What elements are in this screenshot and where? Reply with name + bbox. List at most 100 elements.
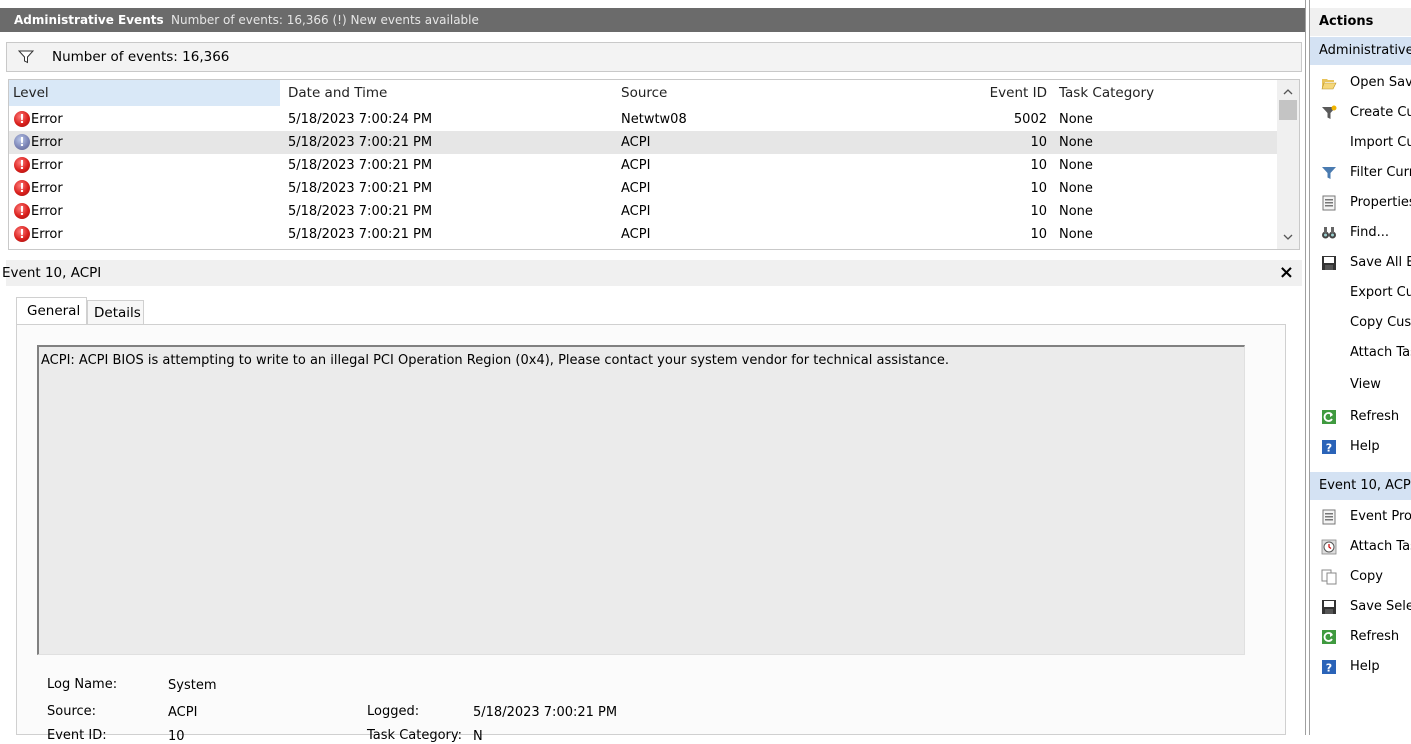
log-name-value: System <box>168 678 217 693</box>
help-icon: ? <box>1322 440 1336 455</box>
action-filter-current[interactable]: Filter Curr <box>1310 158 1411 188</box>
row-task-category: None <box>1059 204 1093 219</box>
task-category-value: N <box>473 729 483 744</box>
scroll-down-icon[interactable] <box>1283 234 1293 241</box>
event-message-box[interactable]: ACPI: ACPI BIOS is attempting to write t… <box>37 345 1245 655</box>
error-icon: ! <box>14 226 30 242</box>
error-icon: ! <box>14 180 30 196</box>
row-level: Error <box>31 158 63 173</box>
error-icon: ! <box>14 203 30 219</box>
row-event-id: 5002 <box>1013 112 1047 127</box>
action-attach-task[interactable]: Attach Tas <box>1310 338 1411 368</box>
folder-open-icon <box>1321 79 1337 90</box>
svg-text:?: ? <box>1326 442 1332 455</box>
error-icon: ! <box>14 111 30 127</box>
row-level: Error <box>31 135 63 150</box>
row-task-category: None <box>1059 158 1093 173</box>
action-help-event[interactable]: ? Help <box>1310 652 1411 682</box>
row-datetime: 5/18/2023 7:00:21 PM <box>288 158 433 173</box>
row-task-category: None <box>1059 135 1093 150</box>
event-detail-title: Event 10, ACPI <box>2 265 102 281</box>
source-value: ACPI <box>168 705 198 720</box>
event-count-label: Number of events: 16,366 <box>52 49 230 65</box>
action-label: Filter Curr <box>1350 165 1411 180</box>
table-row[interactable]: ! Error 5/18/2023 7:00:21 PM ACPI 10 Non… <box>9 177 1277 200</box>
grid-scrollbar[interactable] <box>1277 80 1299 249</box>
action-save-all[interactable]: Save All E <box>1310 248 1411 278</box>
row-event-id: 10 <box>1030 227 1047 242</box>
column-header-task-category[interactable]: Task Category <box>1055 80 1275 106</box>
filter-icon <box>1322 167 1336 179</box>
action-refresh-event[interactable]: Refresh <box>1310 622 1411 652</box>
action-attach-task-event[interactable]: Attach Tas <box>1310 532 1411 562</box>
events-grid[interactable]: Level Date and Time Source Event ID Task… <box>8 79 1300 250</box>
action-copy[interactable]: Copy <box>1310 562 1411 592</box>
action-import-custom[interactable]: Import Cu <box>1310 128 1411 158</box>
action-label: Help <box>1350 659 1380 674</box>
column-header-datetime[interactable]: Date and Time <box>284 80 614 106</box>
action-save-selected[interactable]: Save Selec <box>1310 592 1411 622</box>
column-header-event-id[interactable]: Event ID <box>835 80 1051 106</box>
action-help[interactable]: ? Help <box>1310 432 1411 462</box>
row-datetime: 5/18/2023 7:00:21 PM <box>288 204 433 219</box>
action-label: Find... <box>1350 225 1390 240</box>
table-row[interactable]: ! Error 5/18/2023 7:00:21 PM ACPI 10 Non… <box>9 223 1277 246</box>
event-id-label: Event ID: <box>47 728 107 743</box>
table-row[interactable]: ! Error 5/18/2023 7:00:21 PM ACPI 10 Non… <box>9 154 1277 177</box>
scroll-up-icon[interactable] <box>1283 88 1293 95</box>
row-task-category: None <box>1059 181 1093 196</box>
action-view[interactable]: View <box>1310 370 1411 400</box>
action-refresh[interactable]: Refresh <box>1310 402 1411 432</box>
action-label: Export Cu <box>1350 285 1411 300</box>
action-properties[interactable]: Properties <box>1310 188 1411 218</box>
help-icon: ? <box>1322 660 1336 675</box>
actions-group-header-event[interactable]: Event 10, ACPI <box>1310 472 1411 500</box>
log-name-label: Log Name: <box>47 677 118 692</box>
action-create-custom[interactable]: Create Cu <box>1310 98 1411 128</box>
row-event-id: 10 <box>1030 135 1047 150</box>
action-open-saved[interactable]: Open Sav <box>1310 68 1411 98</box>
view-title: Administrative Events <box>14 13 164 27</box>
save-icon <box>1322 256 1336 270</box>
event-message: ACPI: ACPI BIOS is attempting to write t… <box>41 353 949 368</box>
row-source: ACPI <box>621 158 651 173</box>
action-find[interactable]: Find... <box>1310 218 1411 248</box>
view-title-bar: Administrative Events Number of events: … <box>0 8 1305 32</box>
action-event-properties[interactable]: Event Pro <box>1310 502 1411 532</box>
table-row[interactable]: ! Error 5/18/2023 7:00:24 PM Netwtw08 50… <box>9 108 1277 131</box>
row-level: Error <box>31 204 63 219</box>
row-source: Netwtw08 <box>621 112 687 127</box>
actions-group-header-administrative[interactable]: Administrative <box>1310 37 1411 65</box>
action-label: Refresh <box>1350 629 1400 644</box>
event-detail-header: Event 10, ACPI × <box>2 260 1302 286</box>
column-header-source[interactable]: Source <box>617 80 832 106</box>
actions-title: Actions <box>1310 8 1411 36</box>
action-label: Help <box>1350 439 1380 454</box>
refresh-icon <box>1322 410 1336 424</box>
action-export-custom[interactable]: Export Cu <box>1310 278 1411 308</box>
view-subtitle: Number of events: 16,366 (!) New events … <box>171 13 479 27</box>
close-icon[interactable]: × <box>1279 262 1294 283</box>
action-label: Event Pro <box>1350 509 1411 524</box>
action-label: Refresh <box>1350 409 1400 424</box>
svg-text:?: ? <box>1326 662 1332 675</box>
scroll-thumb[interactable] <box>1279 100 1297 120</box>
row-datetime: 5/18/2023 7:00:21 PM <box>288 227 433 242</box>
filter-star-icon <box>1322 105 1337 119</box>
row-source: ACPI <box>621 204 651 219</box>
action-label: Copy <box>1350 569 1383 584</box>
table-row[interactable]: ! Error 5/18/2023 7:00:21 PM ACPI 10 Non… <box>9 200 1277 223</box>
tab-general[interactable]: General <box>16 297 87 325</box>
save-icon <box>1322 600 1336 614</box>
properties-icon <box>1322 509 1336 525</box>
action-label: View <box>1350 377 1381 392</box>
tab-details[interactable]: Details <box>87 300 144 324</box>
action-copy-custom[interactable]: Copy Cus <box>1310 308 1411 338</box>
table-row-selected[interactable]: ! Error 5/18/2023 7:00:21 PM ACPI 10 Non… <box>9 131 1277 154</box>
properties-icon <box>1322 195 1336 211</box>
action-label: Open Sav <box>1350 75 1411 90</box>
row-datetime: 5/18/2023 7:00:24 PM <box>288 112 433 127</box>
column-header-level[interactable]: Level <box>9 80 280 106</box>
action-label: Save Selec <box>1350 599 1411 614</box>
row-task-category: None <box>1059 227 1093 242</box>
